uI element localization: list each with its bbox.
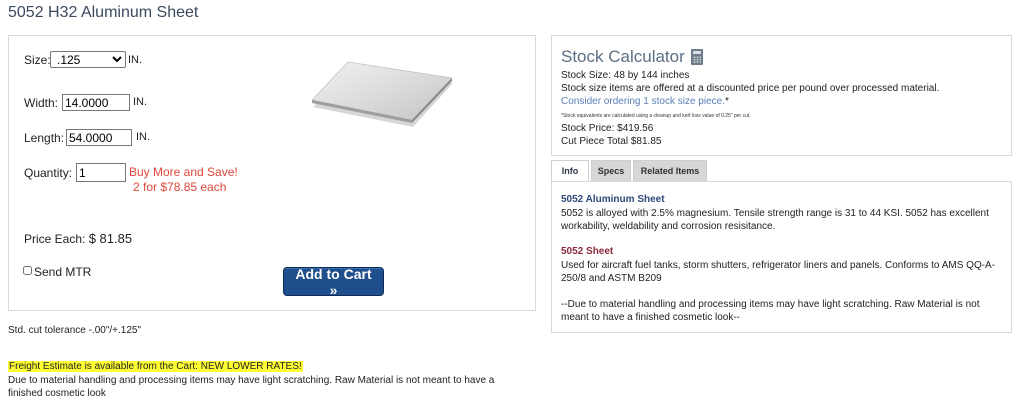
length-label: Length: [24, 131, 65, 145]
stock-calculator-title: Stock Calculator [561, 47, 703, 67]
width-unit: IN. [133, 96, 148, 108]
info-description-alloy: 5052 is alloyed with 2.5% magnesium. Ten… [561, 208, 989, 232]
price-each-label: Price Each: [24, 232, 86, 246]
asterisk: * [724, 96, 729, 107]
info-description-uses: Used for aircraft fuel tanks, storm shut… [561, 260, 996, 284]
width-label: Width: [24, 96, 59, 110]
cut-tolerance-note: Std. cut tolerance -.00"/+.125" [8, 325, 142, 336]
info-scratch-note: --Due to material handling and processin… [561, 299, 980, 323]
stock-calculator-heading: Stock Calculator [561, 47, 685, 66]
length-input[interactable] [66, 129, 132, 146]
width-input[interactable] [62, 94, 130, 111]
calculator-icon [690, 49, 703, 65]
tab-specs[interactable]: Specs [591, 160, 631, 182]
tab-info[interactable]: Info [551, 160, 589, 182]
promo-line-2: 2 for $78.85 each [133, 180, 227, 194]
size-label: Size: [24, 53, 51, 67]
scratch-disclaimer: Due to material handling and processing … [8, 375, 495, 399]
freight-estimate-notice: Freight Estimate is available from the C… [8, 361, 303, 372]
tab-related-items[interactable]: Related Items [633, 160, 707, 182]
price-each-value: $ 81.85 [88, 231, 133, 246]
discount-note: Stock size items are offered at a discou… [561, 83, 940, 94]
price-each: Price Each: $ 81.85 [24, 231, 132, 246]
info-heading-aluminum-sheet: 5052 Aluminum Sheet [561, 194, 665, 205]
cut-piece-total: Cut Piece Total $81.85 [561, 136, 662, 147]
quantity-input[interactable] [76, 163, 126, 182]
size-unit: IN. [128, 54, 143, 66]
order-stock-size-link[interactable]: Consider ordering 1 stock size piece. [561, 96, 725, 107]
aluminum-sheet-image [311, 61, 453, 127]
send-mtr-label: Send MTR [34, 265, 92, 279]
length-unit: IN. [136, 131, 151, 143]
stock-equivalent-fine-print: *Stock equivalents are calculated using … [561, 113, 751, 119]
quantity-label: Quantity: [24, 166, 73, 180]
stock-price: Stock Price: $419.56 [561, 123, 654, 134]
page-title: 5052 H32 Aluminum Sheet [8, 4, 199, 21]
promo-line-1: Buy More and Save! [129, 165, 238, 179]
send-mtr-checkbox[interactable] [23, 266, 32, 275]
stock-size: Stock Size: 48 by 144 inches [561, 70, 690, 81]
send-mtr-option[interactable]: Send MTR [23, 265, 91, 279]
add-to-cart-button[interactable]: Add to Cart » [283, 266, 384, 298]
product-tabs: Info Specs Related Items [551, 160, 707, 182]
size-select[interactable]: .125 [50, 51, 126, 68]
stock-size-suggestion: Consider ordering 1 stock size piece.* [561, 96, 729, 107]
info-heading-sheet: 5052 Sheet [561, 246, 614, 257]
